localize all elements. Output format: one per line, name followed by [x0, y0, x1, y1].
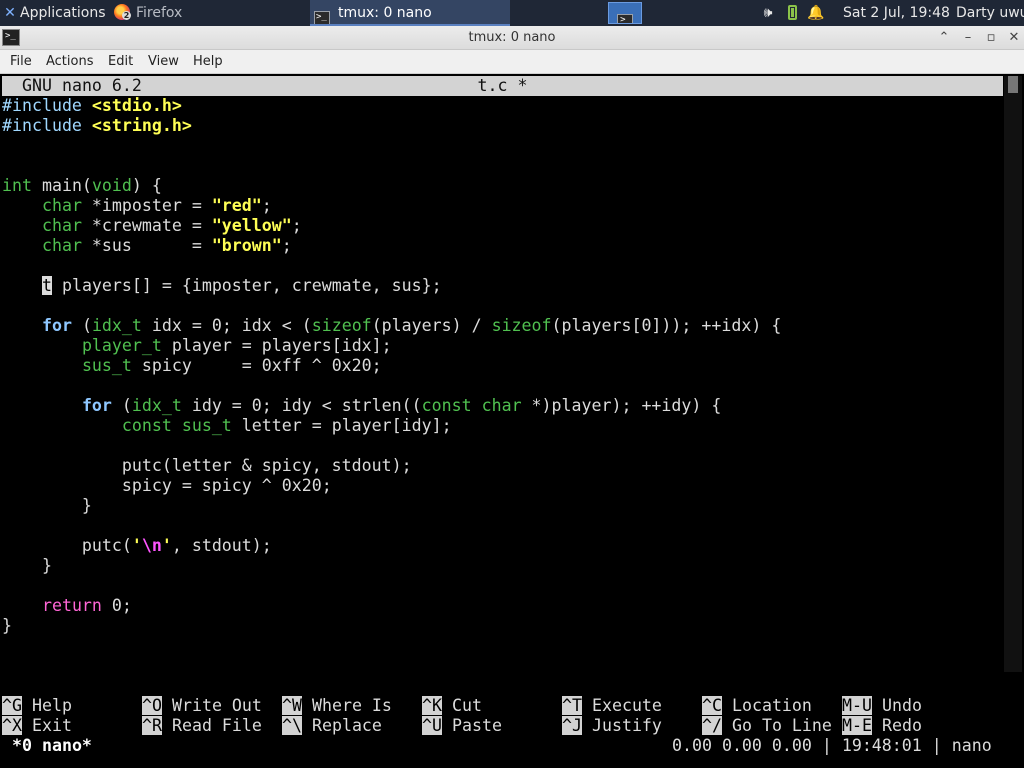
code-line-5: int main(void) {	[2, 176, 162, 195]
taskbar-firefox-label: Firefox	[136, 5, 183, 21]
menu-bar: File Actions Edit View Help	[0, 50, 1024, 74]
shortcut-help[interactable]: ^G Help	[2, 696, 72, 716]
nano-shortcuts-row-2: ^X Exit ^R Read File ^\ Replace ^U Paste…	[2, 716, 922, 736]
workspace-switcher[interactable]: >_	[608, 2, 642, 24]
code-line-12: for (idx_t idx = 0; idx < (sizeof(player…	[41, 316, 782, 335]
tmux-window-label[interactable]: *0 nano*	[12, 736, 92, 756]
code-line-21: }	[2, 496, 92, 515]
system-tray: 🕪 🔔	[758, 0, 848, 26]
shortcut-execute[interactable]: ^T Execute	[562, 696, 662, 716]
top-panel: ✕Applications ≡ 2Firefox >_tmux: 0 nano …	[0, 0, 1024, 26]
code-line-20: spicy = spicy ^ 0x20;	[2, 476, 332, 495]
tmux-status-bar: *0 nano* 0.00 0.00 0.00 | 19:48:01 | nan…	[0, 736, 1001, 756]
shortcut-exit[interactable]: ^X Exit	[2, 716, 72, 736]
code-line-24: }	[2, 556, 52, 575]
volume-icon[interactable]: 🕪	[758, 0, 778, 26]
shortcut-where-is[interactable]: ^W Where Is	[282, 696, 392, 716]
close-icon[interactable]: ✕	[1004, 28, 1024, 48]
taskbar-tmux-label: tmux: 0 nano	[338, 5, 432, 21]
clock[interactable]: Sat 2 Jul, 19:48	[843, 0, 953, 26]
firefox-icon: 2	[114, 4, 131, 20]
window-titlebar[interactable]: >_ tmux: 0 nano ⌃ – ▫ ✕	[0, 26, 1024, 50]
code-line-8: char *sus = "brown";	[41, 236, 292, 255]
maximize-icon[interactable]: ▫	[981, 28, 1001, 48]
terminal-area[interactable]: GNU nano 6.2 t.c * #include <stdio.h> #i…	[0, 74, 1024, 768]
shortcut-undo[interactable]: M-U Undo	[842, 696, 922, 716]
shortcut-justify[interactable]: ^J Justify	[562, 716, 662, 736]
nano-filename: t.c *	[477, 76, 528, 95]
shortcut-location[interactable]: ^C Location	[702, 696, 812, 716]
tmux-status-right: 0.00 0.00 0.00 | 19:48:01 | nano	[672, 736, 992, 755]
shortcut-redo[interactable]: M-E Redo	[842, 716, 922, 736]
code-line-14: sus_t spicy = 0xff ^ 0x20;	[81, 356, 382, 375]
text-cursor: t	[41, 276, 52, 295]
code-line-1: #include <stdio.h>	[2, 96, 182, 115]
workspace-terminal-icon: >_	[617, 14, 633, 23]
terminal-scrollbar[interactable]	[1004, 76, 1022, 672]
user-menu[interactable]: Darty uwu	[956, 0, 1024, 26]
nano-title-bar: GNU nano 6.2 t.c *	[2, 76, 1003, 96]
taskbar-tmux[interactable]: >_ tmux: 0 nano	[310, 0, 510, 26]
code-line-2: #include <string.h>	[2, 116, 192, 135]
code-line-7: char *crewmate = "yellow";	[41, 216, 302, 235]
applications-menu[interactable]: ✕Applications ≡	[0, 0, 108, 26]
shortcut-paste[interactable]: ^U Paste	[422, 716, 502, 736]
code-line-13: player_t player = players[idx];	[81, 336, 392, 355]
menu-edit[interactable]: Edit	[108, 50, 133, 74]
taskbar-firefox[interactable]: 2 Firefox	[110, 0, 310, 26]
notification-bell-icon[interactable]: 🔔	[806, 0, 826, 26]
menu-help[interactable]: Help	[193, 50, 223, 74]
applications-label: Applications	[20, 5, 106, 21]
firefox-window-count: 2	[122, 11, 131, 20]
code-line-27: }	[2, 616, 12, 635]
shortcut-replace[interactable]: ^\ Replace	[282, 716, 382, 736]
code-line-17: const sus_t letter = player[idy];	[121, 416, 452, 435]
xfce-logo-icon: ✕	[4, 5, 16, 21]
code-line-6: char *imposter = "red";	[41, 196, 272, 215]
code-line-23: putc('\n', stdout);	[2, 536, 272, 555]
window-title: tmux: 0 nano	[468, 30, 556, 45]
code-line-16: for (idx_t idy = 0; idy < strlen((const …	[81, 396, 722, 415]
menu-actions[interactable]: Actions	[46, 50, 94, 74]
shortcut-read-file[interactable]: ^R Read File	[142, 716, 262, 736]
battery-icon[interactable]	[782, 0, 802, 26]
code-line-26: return 0;	[41, 596, 132, 615]
shortcut-go-to-line[interactable]: ^/ Go To Line	[702, 716, 832, 736]
nano-shortcuts-row-1: ^G Help ^O Write Out ^W Where Is ^K Cut …	[2, 696, 922, 716]
roll-up-icon[interactable]: ⌃	[934, 28, 954, 48]
shortcut-cut[interactable]: ^K Cut	[422, 696, 482, 716]
menu-file[interactable]: File	[10, 50, 32, 74]
terminal-icon: >_	[314, 11, 330, 24]
code-line-10: t players[] = {imposter, crewmate, sus};	[41, 276, 442, 295]
shortcut-write-out[interactable]: ^O Write Out	[142, 696, 262, 716]
code-line-19: putc(letter & spicy, stdout);	[2, 456, 412, 475]
scrollbar-thumb[interactable]	[1008, 76, 1018, 93]
minimize-icon[interactable]: –	[958, 28, 978, 48]
menu-view[interactable]: View	[148, 50, 179, 74]
